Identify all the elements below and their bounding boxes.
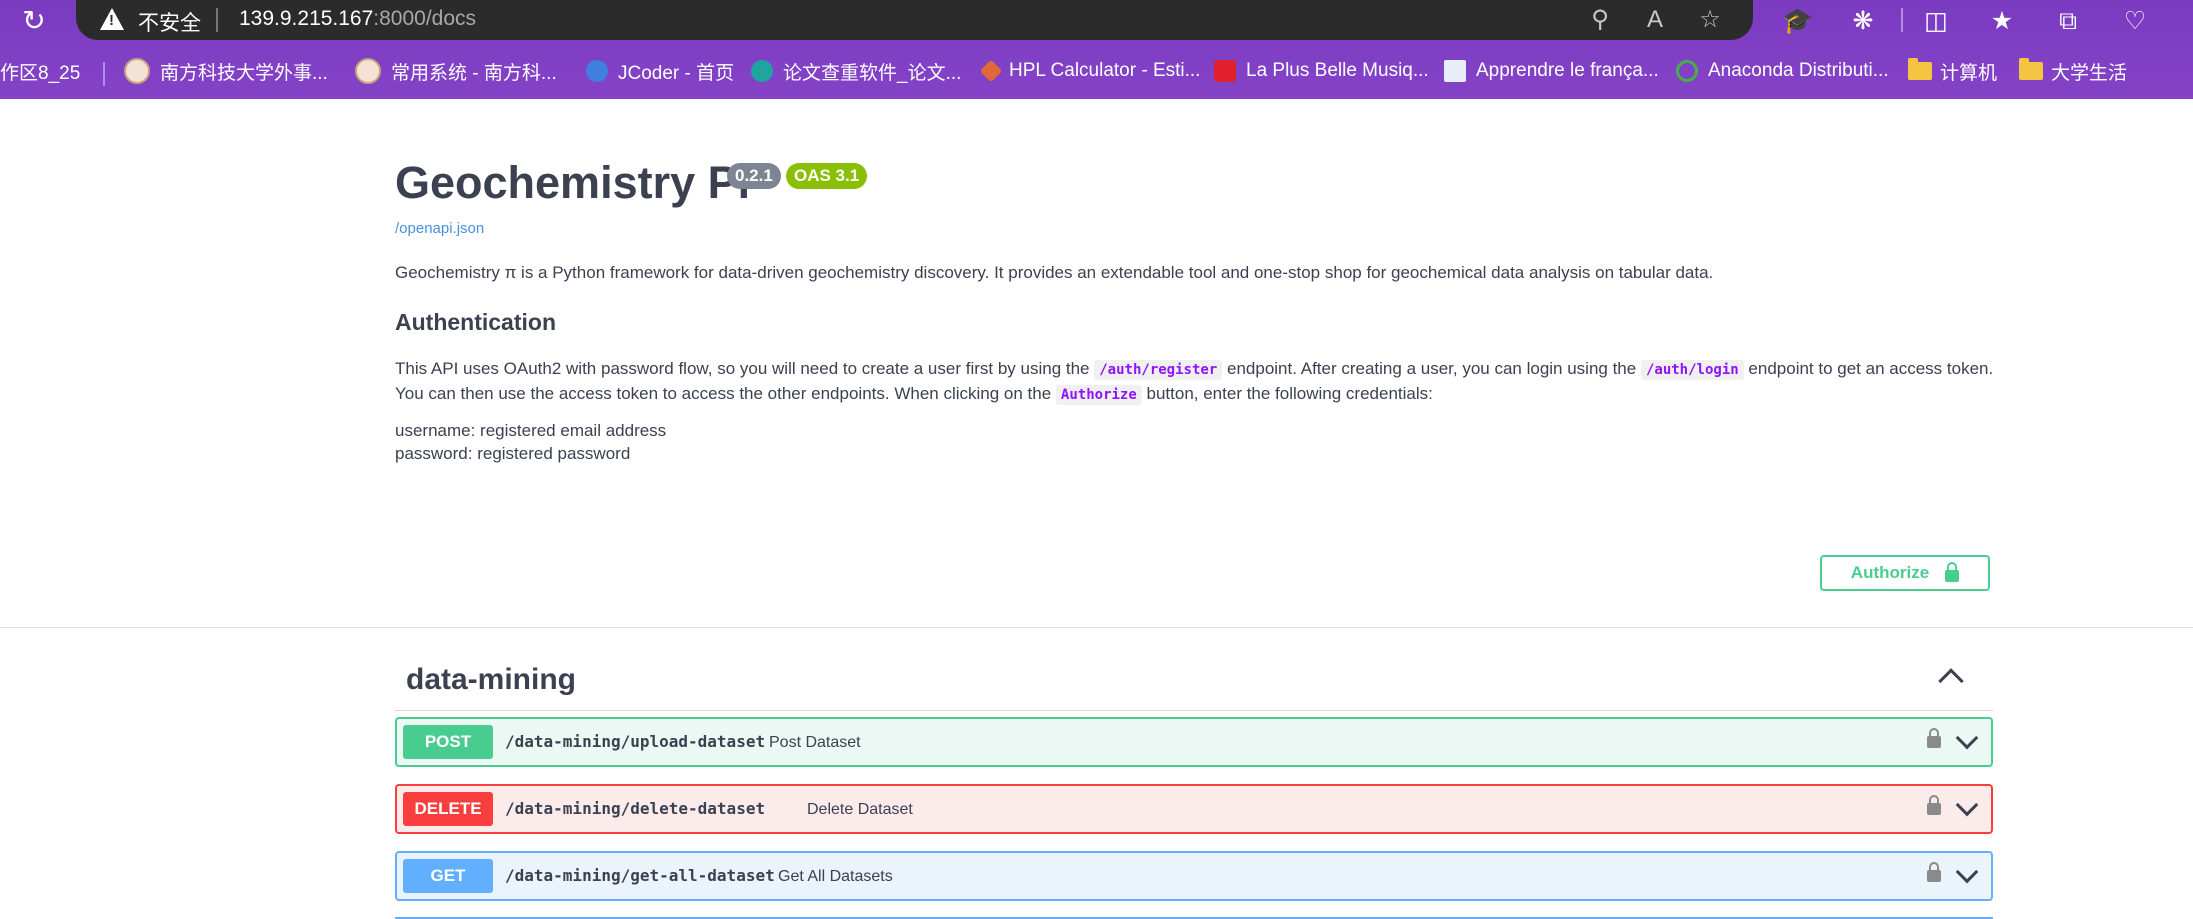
operation-path: /data-mining/delete-dataset <box>505 799 766 818</box>
url-host: 139.9.215.167 <box>239 7 374 30</box>
anaconda-icon <box>1676 60 1698 82</box>
authentication-heading: Authentication <box>395 309 556 335</box>
split-screen-icon[interactable]: ◫ <box>1918 5 1954 37</box>
favorites-icon[interactable]: ★ <box>1984 5 2020 37</box>
bookmark-item[interactable]: 常用系统 - 南方科... <box>355 56 557 86</box>
authorize-label: Authorize <box>1850 563 1930 582</box>
insecure-label[interactable]: 不安全 <box>138 7 201 37</box>
bookmark-item[interactable]: La Plus Belle Musiq... <box>1214 56 1429 86</box>
reload-icon[interactable]: ↻ <box>18 6 50 36</box>
bookmark-label: 计算机 <box>1940 62 1998 84</box>
section-divider <box>0 627 2193 628</box>
openapi-json-link[interactable]: /openapi.json <box>395 220 484 237</box>
grid-icon <box>1444 60 1466 82</box>
bookmarks-divider <box>103 62 105 86</box>
folder-icon <box>1908 58 1932 80</box>
version-badge: 0.2.1 <box>727 163 781 189</box>
bookmark-label: HPL Calculator - Esti... <box>1009 60 1201 81</box>
tag-title[interactable]: data-mining <box>406 663 576 697</box>
auth-text: endpoint. After creating a user, you can… <box>1227 359 1637 378</box>
bookmark-item[interactable]: Apprendre le frança... <box>1444 56 1659 86</box>
sustech-icon <box>124 58 150 84</box>
chevron-down-icon[interactable] <box>1955 793 1979 817</box>
operation-summary: Get All Datasets <box>778 868 893 885</box>
chevron-down-icon[interactable] <box>1955 726 1979 750</box>
warning-icon <box>100 8 124 30</box>
bookmark-label: JCoder - 首页 <box>618 62 735 84</box>
chevron-up-icon[interactable] <box>1938 668 1964 694</box>
browser-essentials-icon[interactable]: ♡ <box>2117 5 2153 37</box>
bookmark-label: Anaconda Distributi... <box>1708 60 1889 81</box>
bookmark-label: 作区8_25 <box>0 62 81 84</box>
favorite-star-icon[interactable]: ☆ <box>1694 5 1726 35</box>
cherie-icon <box>1214 60 1236 82</box>
browser-toolbar: ↻ 不安全 139.9.215.167:8000/docs ⚲ A ☆ 🎓 ❋ … <box>0 0 2193 42</box>
operation-path: /data-mining/upload-dataset <box>505 732 766 751</box>
sustech-icon <box>355 58 381 84</box>
credential-username: username: registered email address <box>395 421 667 440</box>
operation-path: /data-mining/get-all-dataset <box>505 866 775 885</box>
method-badge: DELETE <box>403 792 493 826</box>
lock-icon[interactable] <box>1927 862 1941 882</box>
bookmark-label: 论文查重软件_论文... <box>783 62 962 84</box>
bookmark-item[interactable]: Anaconda Distributi... <box>1676 56 1889 86</box>
auth-text: This API uses OAuth2 with password flow,… <box>395 359 1090 378</box>
operation-delete-dataset[interactable]: DELETE /data-mining/delete-dataset Delet… <box>395 784 1993 834</box>
method-badge: POST <box>403 725 493 759</box>
collections-icon[interactable]: ⧉ <box>2050 5 2086 37</box>
url-path: :8000/docs <box>373 7 477 30</box>
bookmark-label: Apprendre le frança... <box>1476 60 1659 81</box>
toolbar-divider <box>1901 8 1903 32</box>
browser-chrome: ↻ 不安全 139.9.215.167:8000/docs ⚲ A ☆ 🎓 ❋ … <box>0 0 2193 99</box>
auth-text: button, enter the following credentials: <box>1146 384 1433 403</box>
jcoder-icon <box>586 60 608 82</box>
paper-check-icon <box>751 60 773 82</box>
method-badge: GET <box>403 859 493 893</box>
register-endpoint-code: /auth/register <box>1094 360 1223 380</box>
api-description: Geochemistry π is a Python framework for… <box>395 263 1714 282</box>
lock-icon[interactable] <box>1927 728 1941 748</box>
url-text[interactable]: 139.9.215.167:8000/docs <box>239 7 476 31</box>
tag-divider <box>395 710 1993 711</box>
bookmark-label: 大学生活 <box>2051 62 2128 84</box>
bookmark-folder[interactable]: 计算机 <box>1908 56 1997 86</box>
folder-icon <box>2019 58 2043 80</box>
address-divider <box>216 8 218 32</box>
lock-icon[interactable] <box>1927 795 1941 815</box>
operation-post-upload-dataset[interactable]: POST /data-mining/upload-dataset Post Da… <box>395 717 1993 767</box>
bookmark-item[interactable]: JCoder - 首页 <box>586 56 734 86</box>
operation-get-all-dataset[interactable]: GET /data-mining/get-all-dataset Get All… <box>395 851 1993 901</box>
bookmark-item[interactable]: 南方科技大学外事... <box>124 56 328 86</box>
api-title: Geochemistry Pi <box>395 157 751 208</box>
lock-icon <box>1945 562 1960 582</box>
bookmark-label: 南方科技大学外事... <box>160 62 328 84</box>
authorize-code: Authorize <box>1055 385 1142 405</box>
graduation-cap-icon[interactable]: 🎓 <box>1780 5 1816 37</box>
extensions-icon[interactable]: ❋ <box>1845 5 1881 37</box>
oas-badge: OAS 3.1 <box>786 163 868 189</box>
bookmark-item[interactable]: 作区8_25 <box>0 56 80 86</box>
chevron-down-icon[interactable] <box>1955 860 1979 884</box>
operation-summary: Delete Dataset <box>807 801 913 818</box>
login-endpoint-code: /auth/login <box>1640 360 1744 380</box>
zoom-out-icon[interactable]: ⚲ <box>1584 5 1616 35</box>
bookmark-label: La Plus Belle Musiq... <box>1246 60 1429 81</box>
hpl-icon <box>979 59 1003 83</box>
bookmark-item[interactable]: 论文查重软件_论文... <box>751 56 961 86</box>
bookmarks-bar: 作区8_25 南方科技大学外事... 常用系统 - 南方科... JCoder … <box>0 52 2193 90</box>
authentication-paragraph: This API uses OAuth2 with password flow,… <box>395 357 2000 407</box>
read-aloud-icon[interactable]: A <box>1639 5 1671 35</box>
authorize-button[interactable]: Authorize <box>1820 555 1990 591</box>
operation-summary: Post Dataset <box>769 734 861 751</box>
bookmark-folder[interactable]: 大学生活 <box>2019 56 2127 86</box>
bookmark-label: 常用系统 - 南方科... <box>391 62 557 84</box>
address-bar[interactable]: 不安全 139.9.215.167:8000/docs ⚲ A ☆ <box>76 0 1753 40</box>
bookmark-item[interactable]: HPL Calculator - Esti... <box>979 56 1201 86</box>
credential-password: password: registered password <box>395 444 631 463</box>
